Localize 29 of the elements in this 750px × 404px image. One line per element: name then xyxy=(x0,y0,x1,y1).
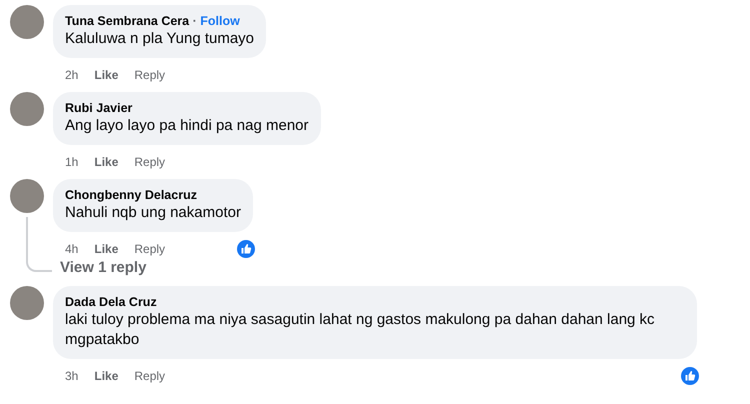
reply-link[interactable]: Reply xyxy=(134,242,166,256)
reply-link[interactable]: Reply xyxy=(134,68,166,82)
comment-text: laki tuloy problema ma niya sasagutin lahat ng gastos makulong pa dahan dahan lang kc mgpatakbo xyxy=(65,310,656,350)
follow-link[interactable]: Follow xyxy=(200,14,240,28)
like-link[interactable]: Like xyxy=(94,369,118,383)
author-name[interactable]: Chongbenny Delacruz xyxy=(65,188,197,202)
author-name[interactable]: Dada Dela Cruz xyxy=(65,295,157,309)
comment-text: Nahuli nqb ung nakamotor xyxy=(65,203,241,223)
like-link[interactable]: Like xyxy=(94,155,118,169)
avatar-photo[interactable] xyxy=(10,286,44,320)
reply-link[interactable]: Reply xyxy=(134,155,166,169)
comment-text: Ang layo layo pa hindi pa nag menor xyxy=(65,116,309,136)
comment-text: Kaluluwa n pla Yung tumayo xyxy=(65,29,254,49)
timestamp[interactable]: 4h xyxy=(65,242,78,256)
avatar-photo[interactable] xyxy=(10,179,44,213)
view-replies-link[interactable]: View 1 reply xyxy=(60,258,146,278)
reply-link[interactable]: Reply xyxy=(134,369,166,383)
separator-dot: · xyxy=(192,14,198,28)
avatar-photo[interactable] xyxy=(10,5,44,39)
like-link[interactable]: Like xyxy=(94,68,118,82)
like-link[interactable]: Like xyxy=(94,242,118,256)
timestamp[interactable]: 1h xyxy=(65,155,78,169)
timestamp[interactable]: 3h xyxy=(65,369,78,383)
like-reaction-icon[interactable] xyxy=(681,367,699,385)
author-name[interactable]: Tuna Sembrana Cera xyxy=(65,14,190,28)
timestamp[interactable]: 2h xyxy=(65,68,78,82)
like-reaction-icon[interactable] xyxy=(236,240,255,258)
avatar-photo[interactable] xyxy=(10,92,44,126)
author-name[interactable]: Rubi Javier xyxy=(65,101,132,115)
